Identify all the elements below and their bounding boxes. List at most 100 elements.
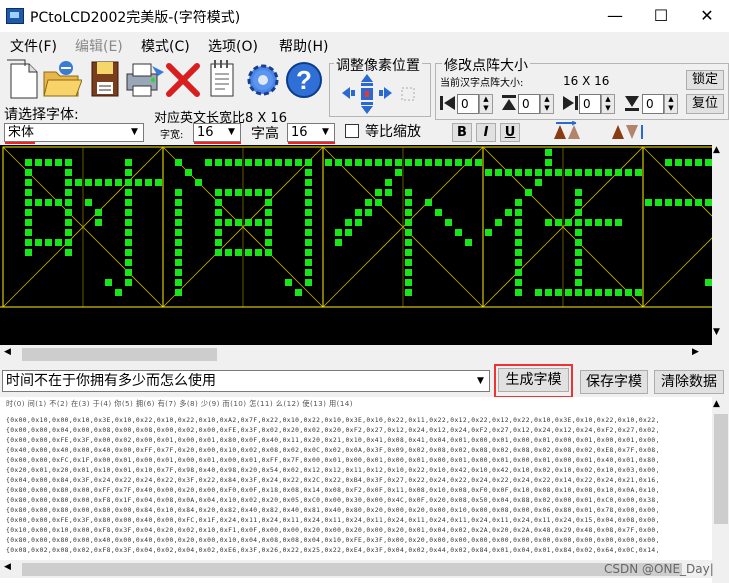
top-spin-arrows[interactable]: ▲ ▼ bbox=[540, 94, 554, 114]
pixel-dot bbox=[55, 159, 62, 166]
pixel-dot bbox=[545, 149, 552, 156]
chevron-down-icon[interactable]: ▼ bbox=[472, 371, 489, 391]
clear-data-button[interactable]: 清除数据 bbox=[654, 370, 724, 394]
pixel-dot bbox=[425, 159, 432, 166]
help-icon[interactable]: ? bbox=[284, 58, 322, 98]
height-decrease-icon[interactable] bbox=[500, 94, 518, 112]
save-disk-icon[interactable] bbox=[88, 58, 122, 97]
pixel-dot bbox=[515, 229, 522, 236]
new-file-icon[interactable] bbox=[5, 58, 39, 99]
flip-vertical-icon[interactable] bbox=[608, 121, 656, 143]
pixel-dot bbox=[25, 249, 32, 256]
pixel-dot bbox=[405, 259, 412, 266]
font-select[interactable]: 宋体 ▼ bbox=[4, 123, 144, 142]
output-text-area[interactable]: 时(0) 间(1) 不(2) 在(3) 于(4) 你(5) 拥(6) 有(7) … bbox=[0, 397, 712, 583]
pixel-dot bbox=[25, 189, 32, 196]
output-scroll-thumb-h[interactable] bbox=[22, 563, 682, 576]
scroll-right-icon[interactable]: ▶ bbox=[692, 347, 699, 357]
pixel-dot bbox=[365, 209, 372, 216]
menu-help[interactable]: 帮助(H) bbox=[279, 36, 328, 56]
pixel-dot bbox=[445, 219, 452, 226]
notepad-icon[interactable] bbox=[205, 58, 239, 97]
italic-button[interactable]: I bbox=[476, 123, 496, 142]
reset-button[interactable]: 复位 bbox=[686, 94, 724, 114]
chevron-down-icon[interactable]: ▼ bbox=[317, 124, 334, 141]
hex-data-line: {0x80,0x00,0x80,0x00,0x40,0x00,0x40,0x00… bbox=[6, 537, 660, 544]
pixel-dot bbox=[215, 249, 222, 256]
pixel-dot bbox=[265, 209, 272, 216]
output-scroll-up-icon[interactable]: ▲ bbox=[713, 399, 720, 409]
pixel-dot bbox=[245, 159, 252, 166]
open-folder-icon[interactable] bbox=[42, 58, 83, 97]
pixel-dot bbox=[225, 159, 232, 166]
height-increase-icon[interactable] bbox=[623, 94, 641, 112]
save-font-button[interactable]: 保存字模 bbox=[580, 370, 648, 394]
pixel-dot bbox=[175, 279, 182, 286]
bold-button[interactable]: B bbox=[452, 123, 472, 142]
settings-gear-icon[interactable] bbox=[243, 58, 279, 96]
pixel-dot bbox=[685, 159, 692, 166]
pixel-dot bbox=[125, 189, 132, 196]
chevron-down-icon[interactable]: ▼ bbox=[223, 124, 240, 141]
flip-horizontal-icon[interactable] bbox=[550, 120, 598, 143]
delete-x-icon[interactable] bbox=[165, 58, 200, 97]
maximize-button[interactable]: ☐ bbox=[638, 0, 684, 32]
app-icon bbox=[6, 8, 24, 24]
shift-up-icon[interactable] bbox=[360, 74, 374, 86]
close-button[interactable]: ✕ bbox=[684, 0, 729, 32]
pixel-dot bbox=[205, 159, 212, 166]
right-spin-value[interactable]: 0 bbox=[579, 94, 601, 114]
menu-edit[interactable]: 编辑(E) bbox=[75, 36, 123, 56]
scroll-down-icon[interactable]: ▼ bbox=[713, 327, 720, 337]
hex-data-line: {0x00,0x00,0xFE,0x3F,0x80,0x00,0x40,0x00… bbox=[6, 517, 660, 524]
bottom-spin-arrows[interactable]: ▲ ▼ bbox=[664, 94, 678, 114]
char-height-select[interactable]: 16 ▼ bbox=[287, 123, 335, 142]
matrix-size-label: 修改点阵大小 bbox=[442, 55, 530, 75]
text-input[interactable]: 时间不在于你拥有多少而怎么使用 ▼ bbox=[2, 370, 490, 392]
bottom-spin-value[interactable]: 0 bbox=[642, 94, 664, 114]
pixel-adjust-label: 调整像素位置 bbox=[334, 55, 422, 75]
shift-right-icon[interactable] bbox=[378, 87, 392, 99]
shift-left-icon[interactable] bbox=[342, 87, 356, 99]
shift-down-icon[interactable] bbox=[360, 102, 374, 114]
left-spin-value[interactable]: 0 bbox=[457, 94, 479, 114]
pixel-dot bbox=[335, 159, 342, 166]
output-scroll-thumb[interactable] bbox=[714, 414, 728, 524]
generate-button[interactable]: 生成字模 bbox=[498, 368, 569, 392]
pixel-dot bbox=[65, 159, 72, 166]
pixel-dot bbox=[25, 209, 32, 216]
printer-icon[interactable] bbox=[124, 58, 164, 97]
pixel-dot bbox=[335, 239, 342, 246]
minimize-button[interactable]: — bbox=[592, 0, 638, 32]
lock-button[interactable]: 锁定 bbox=[686, 70, 724, 90]
pixel-dot bbox=[75, 179, 82, 186]
menu-file[interactable]: 文件(F) bbox=[10, 36, 57, 56]
scroll-up-icon[interactable]: ▲ bbox=[713, 145, 720, 155]
top-spin-value[interactable]: 0 bbox=[518, 94, 540, 114]
pixel-dot bbox=[115, 289, 122, 296]
underline-button[interactable]: U bbox=[500, 123, 520, 142]
rotate-icon[interactable] bbox=[400, 86, 416, 102]
dot-matrix-canvas[interactable] bbox=[0, 145, 712, 345]
pixel-dot bbox=[515, 249, 522, 256]
pixel-dot bbox=[55, 199, 62, 206]
menu-options[interactable]: 选项(O) bbox=[208, 36, 258, 56]
char-width-select[interactable]: 16 ▼ bbox=[193, 123, 241, 142]
proportional-checkbox[interactable] bbox=[345, 124, 359, 138]
current-size-label: 当前汉字点阵大小: bbox=[440, 78, 524, 89]
chevron-down-icon[interactable]: ▼ bbox=[126, 124, 143, 141]
canvas-vertical-scrollbar[interactable] bbox=[712, 145, 729, 345]
width-decrease-icon[interactable] bbox=[439, 94, 457, 112]
menu-mode[interactable]: 模式(C) bbox=[141, 36, 190, 56]
pixel-dot bbox=[35, 159, 42, 166]
right-spin-arrows[interactable]: ▲ ▼ bbox=[601, 94, 615, 114]
horizontal-scroll-thumb[interactable] bbox=[22, 348, 217, 361]
output-scroll-left-icon[interactable]: ◀ bbox=[4, 562, 11, 572]
center-icon[interactable] bbox=[360, 87, 374, 101]
pixel-dot bbox=[195, 179, 202, 186]
pixel-dot bbox=[575, 169, 582, 176]
width-increase-icon[interactable] bbox=[561, 94, 579, 112]
left-spin-arrows[interactable]: ▲ ▼ bbox=[479, 94, 493, 114]
scroll-left-icon[interactable]: ◀ bbox=[4, 347, 11, 357]
pixel-dot bbox=[405, 249, 412, 256]
